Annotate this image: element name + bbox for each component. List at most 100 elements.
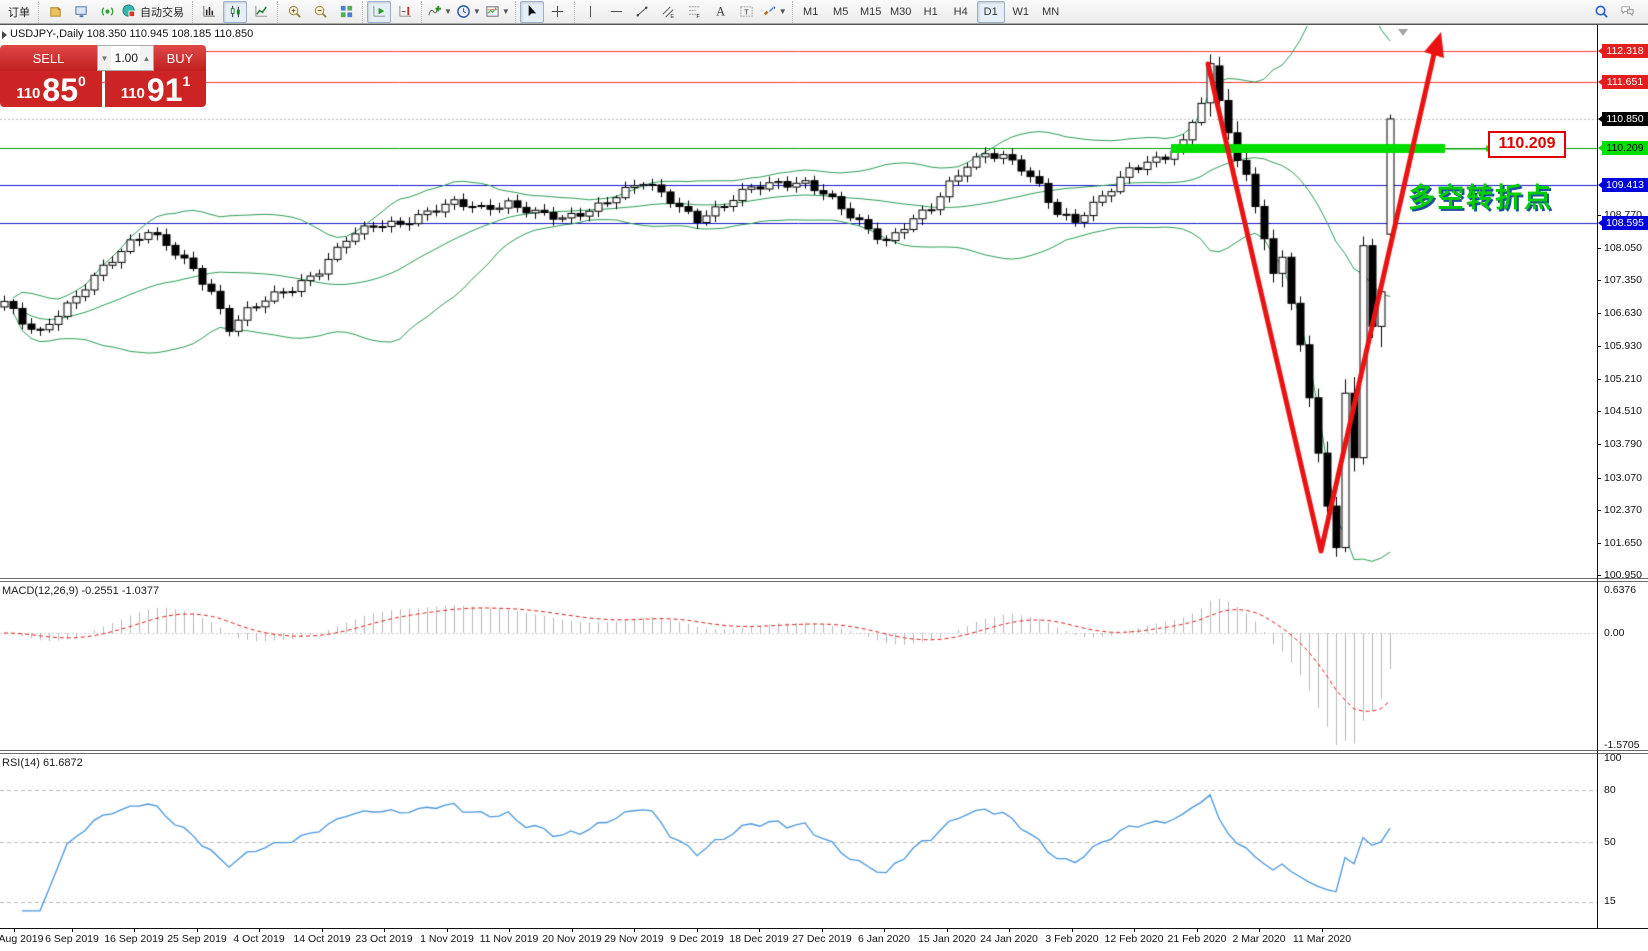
fibonacci-icon[interactable]: F bbox=[683, 1, 707, 23]
rsi-axis-label: 80 bbox=[1604, 784, 1616, 796]
dropdown-arrow-icon[interactable]: ▼ bbox=[444, 7, 452, 16]
zoom-in-icon bbox=[287, 4, 302, 19]
price-tick-mark bbox=[1597, 575, 1601, 576]
sell-price[interactable]: 110 85 0 bbox=[0, 71, 102, 107]
toolbar-group: EFAT ▼ bbox=[574, 1, 792, 23]
panel-separator[interactable] bbox=[0, 581, 1648, 582]
vline-icon[interactable] bbox=[579, 1, 603, 23]
hline-icon[interactable] bbox=[605, 1, 629, 23]
channel-icon[interactable]: E bbox=[657, 1, 681, 23]
periods-icon[interactable]: ▼ bbox=[455, 1, 482, 23]
time-axis-border bbox=[0, 928, 1648, 929]
templates-icon[interactable]: ▼ bbox=[484, 1, 511, 23]
toolbar-group: ▼ ▼ ▼ bbox=[421, 1, 515, 23]
price-tick-label: 107.350 bbox=[1604, 274, 1642, 286]
sell-price-pip: 0 bbox=[78, 74, 86, 88]
dropdown-arrow-icon[interactable]: ▼ bbox=[502, 7, 510, 16]
rsi-axis-label: 50 bbox=[1604, 836, 1616, 848]
timeframe-button-h4[interactable]: H4 bbox=[947, 1, 975, 23]
trendline-icon[interactable] bbox=[631, 1, 655, 23]
macd-axis-label: 0.00 bbox=[1604, 627, 1624, 639]
buy-button[interactable]: BUY bbox=[154, 45, 206, 71]
search-icon[interactable] bbox=[1589, 1, 1613, 23]
time-tick-mark bbox=[759, 928, 760, 932]
timeframe-button-m1[interactable]: M1 bbox=[797, 1, 825, 23]
time-tick-mark bbox=[384, 928, 385, 932]
panel-separator[interactable] bbox=[0, 753, 1648, 754]
time-tick-mark bbox=[509, 928, 510, 932]
volume-increase-button[interactable]: ▲ bbox=[140, 46, 153, 70]
new-order-button[interactable]: 订单 bbox=[4, 1, 34, 23]
channel-icon: E bbox=[661, 4, 676, 19]
chart-shift-marker[interactable] bbox=[1398, 29, 1408, 36]
sell-button[interactable]: SELL bbox=[0, 45, 97, 71]
auto-scroll-icon[interactable] bbox=[367, 1, 391, 23]
dropdown-arrow-icon[interactable]: ▼ bbox=[779, 7, 787, 16]
price-tick-label: 102.370 bbox=[1604, 504, 1642, 516]
toolbar-group bbox=[362, 1, 421, 23]
tile-windows-icon[interactable] bbox=[334, 1, 358, 23]
volume-input[interactable]: 1.00 bbox=[111, 51, 140, 65]
price-tick-mark bbox=[1597, 215, 1601, 216]
price-tick-label: 105.930 bbox=[1604, 340, 1642, 352]
auto-scroll-icon bbox=[372, 4, 387, 19]
macd-label: MACD(12,26,9) -0.2551 -1.0377 bbox=[2, 585, 159, 597]
chart-collapse-icon[interactable] bbox=[2, 31, 7, 39]
candlestick-icon[interactable] bbox=[223, 1, 247, 23]
price-tick-mark bbox=[1597, 379, 1601, 380]
green-signal-icon[interactable] bbox=[95, 1, 119, 23]
chat-icon[interactable] bbox=[1615, 1, 1639, 23]
text-icon[interactable]: A bbox=[709, 1, 733, 23]
price-badge-111.651: 111.651 bbox=[1602, 75, 1648, 89]
toolbar-group bbox=[515, 1, 574, 23]
price-tick-mark bbox=[1597, 248, 1601, 249]
zoom-in-icon[interactable] bbox=[282, 1, 306, 23]
label-icon[interactable]: T bbox=[735, 1, 759, 23]
time-tick-mark bbox=[1134, 928, 1135, 932]
zoom-out-icon[interactable] bbox=[308, 1, 332, 23]
time-axis-label: 4 Oct 2019 bbox=[233, 933, 284, 945]
time-tick-mark bbox=[822, 928, 823, 932]
timeframe-button-h1[interactable]: H1 bbox=[917, 1, 945, 23]
timeframe-button-w1[interactable]: W1 bbox=[1007, 1, 1035, 23]
line-chart-icon[interactable] bbox=[249, 1, 273, 23]
timeframe-button-d1[interactable]: D1 bbox=[977, 1, 1005, 23]
time-tick-mark bbox=[14, 928, 15, 932]
buy-price[interactable]: 110 91 1 bbox=[105, 71, 206, 107]
chart-canvas[interactable] bbox=[0, 0, 1648, 951]
blue-terminal-icon[interactable] bbox=[69, 1, 93, 23]
indicators-icon bbox=[427, 4, 442, 19]
new-order-button-label: 订单 bbox=[5, 4, 33, 20]
price-tick-label: 101.650 bbox=[1604, 537, 1642, 549]
rsi-axis-label: 100 bbox=[1604, 752, 1622, 764]
dropdown-arrow-icon[interactable]: ▼ bbox=[473, 7, 481, 16]
shapes-icon[interactable]: ▼ bbox=[761, 1, 788, 23]
toolbar-group: 订单 bbox=[0, 1, 38, 23]
price-tick-mark bbox=[1597, 478, 1601, 479]
volume-decrease-button[interactable]: ▼ bbox=[98, 46, 111, 70]
autotrade-button-label: 自动交易 bbox=[137, 4, 187, 20]
yellow-doc-icon[interactable] bbox=[43, 1, 67, 23]
cursor-icon[interactable] bbox=[520, 1, 544, 23]
timeframe-button-m15[interactable]: M15 bbox=[857, 1, 885, 23]
time-axis-label: 20 Nov 2019 bbox=[542, 933, 602, 945]
price-badge-108.595: 108.595 bbox=[1602, 216, 1648, 230]
crosshair-icon[interactable] bbox=[546, 1, 570, 23]
panel-separator[interactable] bbox=[0, 750, 1648, 751]
zoom-out-icon bbox=[313, 4, 328, 19]
timeframe-button-mn[interactable]: MN bbox=[1037, 1, 1065, 23]
blue-terminal-icon bbox=[74, 4, 89, 19]
bar-chart-icon[interactable] bbox=[197, 1, 221, 23]
timeframe-group: M1M5M15M30H1H4D1W1MN bbox=[792, 1, 1069, 23]
buy-price-main: 91 bbox=[147, 75, 183, 105]
chart-frame-border bbox=[0, 24, 1648, 25]
autotrade-button[interactable]: 自动交易 bbox=[121, 1, 188, 23]
indicators-icon[interactable]: ▼ bbox=[426, 1, 453, 23]
panel-separator[interactable] bbox=[0, 578, 1648, 579]
timeframe-button-m30[interactable]: M30 bbox=[887, 1, 915, 23]
line-chart-icon bbox=[254, 4, 269, 19]
timeframe-button-m5[interactable]: M5 bbox=[827, 1, 855, 23]
chart-shift-icon[interactable] bbox=[393, 1, 417, 23]
time-axis-label: 3 Feb 2020 bbox=[1045, 933, 1098, 945]
toolbar-group bbox=[192, 1, 277, 23]
